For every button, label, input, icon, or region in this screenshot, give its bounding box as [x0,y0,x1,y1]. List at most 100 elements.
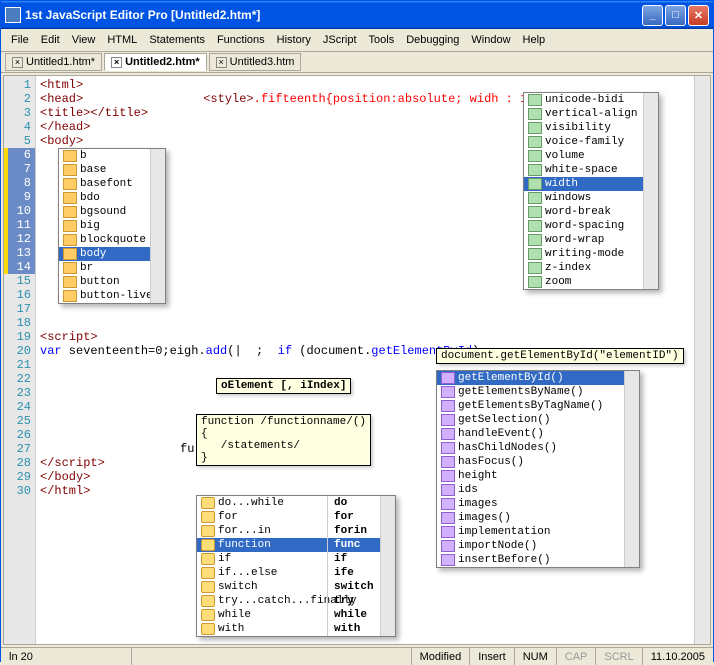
menu-window[interactable]: Window [465,32,516,48]
autocomplete-item[interactable]: getElementsByTagName() [437,399,624,413]
line-number: 2 [4,92,35,106]
autocomplete-item[interactable]: if [197,552,327,566]
autocomplete-item[interactable]: insertBefore() [437,553,624,567]
menu-help[interactable]: Help [517,32,552,48]
autocomplete-shortcut[interactable]: switch [328,580,380,594]
status-cap: CAP [556,648,596,665]
autocomplete-shortcut[interactable]: for [328,510,380,524]
menu-edit[interactable]: Edit [35,32,66,48]
scrollbar[interactable] [150,149,165,303]
autocomplete-item[interactable]: for [197,510,327,524]
autocomplete-item[interactable]: zoom [524,275,643,289]
method-icon [441,540,455,552]
autocomplete-item[interactable]: vertical-align [524,107,643,121]
autocomplete-item[interactable]: do...while [197,496,327,510]
scrollbar[interactable] [624,371,639,567]
autocomplete-item[interactable]: try...catch...finally [197,594,327,608]
tab[interactable]: ×Untitled2.htm* [104,53,207,71]
autocomplete-item[interactable]: body [59,247,150,261]
autocomplete-item[interactable]: getElementsByName() [437,385,624,399]
autocomplete-item[interactable]: implementation [437,525,624,539]
autocomplete-item[interactable]: getElementById() [437,371,624,385]
menu-html[interactable]: HTML [101,32,143,48]
menu-functions[interactable]: Functions [211,32,271,48]
autocomplete-item[interactable]: volume [524,149,643,163]
autocomplete-item[interactable]: switch [197,580,327,594]
tab[interactable]: ×Untitled3.htm [209,53,302,71]
autocomplete-shortcut[interactable]: func [328,538,380,552]
autocomplete-methods-popup[interactable]: getElementById()getElementsByName()getEl… [436,370,640,568]
autocomplete-item[interactable]: basefont [59,177,150,191]
keyword-icon [201,525,215,537]
autocomplete-item[interactable]: base [59,163,150,177]
autocomplete-item[interactable]: bgsound [59,205,150,219]
menu-tools[interactable]: Tools [363,32,401,48]
autocomplete-item[interactable]: word-wrap [524,233,643,247]
autocomplete-item[interactable]: big [59,219,150,233]
autocomplete-item[interactable]: with [197,622,327,636]
autocomplete-shortcut[interactable]: forin [328,524,380,538]
tab-close-icon[interactable]: × [111,57,122,68]
autocomplete-item[interactable]: importNode() [437,539,624,553]
scrollbar[interactable] [380,496,395,636]
menu-view[interactable]: View [66,32,102,48]
autocomplete-shortcut[interactable]: do [328,496,380,510]
autocomplete-item[interactable]: voice-family [524,135,643,149]
autocomplete-item[interactable]: white-space [524,163,643,177]
autocomplete-item[interactable]: word-spacing [524,219,643,233]
autocomplete-shortcut[interactable]: with [328,622,380,636]
code-area[interactable]: <html> <head><style>.fifteenth{position:… [36,76,694,644]
autocomplete-item[interactable]: while [197,608,327,622]
autocomplete-item[interactable]: word-break [524,205,643,219]
tag-icon [63,164,77,176]
line-number: 25 [4,414,35,428]
autocomplete-item[interactable]: getSelection() [437,413,624,427]
autocomplete-item[interactable]: br [59,261,150,275]
autocomplete-item[interactable]: ids [437,483,624,497]
menu-debugging[interactable]: Debugging [400,32,465,48]
autocomplete-item[interactable]: bdo [59,191,150,205]
autocomplete-shortcut[interactable]: while [328,608,380,622]
autocomplete-item[interactable]: function [197,538,327,552]
menu-history[interactable]: History [271,32,317,48]
menu-statements[interactable]: Statements [143,32,211,48]
menu-file[interactable]: File [5,32,35,48]
tab-close-icon[interactable]: × [12,57,23,68]
autocomplete-item[interactable]: windows [524,191,643,205]
autocomplete-item[interactable]: images [437,497,624,511]
autocomplete-item[interactable]: writing-mode [524,247,643,261]
close-button[interactable]: ✕ [688,5,709,26]
autocomplete-shortcut[interactable]: ife [328,566,380,580]
autocomplete-item[interactable]: blockquote [59,233,150,247]
autocomplete-item[interactable]: images() [437,511,624,525]
maximize-button[interactable]: □ [665,5,686,26]
autocomplete-shortcut[interactable]: try [328,594,380,608]
tab-close-icon[interactable]: × [216,57,227,68]
autocomplete-shortcut[interactable]: if [328,552,380,566]
autocomplete-tags-popup[interactable]: bbasebasefontbdobgsoundbigblockquotebody… [58,148,166,304]
menu-jscript[interactable]: JScript [317,32,363,48]
autocomplete-keywords-popup[interactable]: do...whileforfor...infunctionifif...else… [196,495,396,637]
autocomplete-item[interactable]: z-index [524,261,643,275]
scrollbar[interactable] [643,93,658,289]
tab[interactable]: ×Untitled1.htm* [5,53,102,71]
autocomplete-item[interactable]: hasChildNodes() [437,441,624,455]
autocomplete-css-popup[interactable]: unicode-bidivertical-alignvisibilityvoic… [523,92,659,290]
autocomplete-item[interactable]: hasFocus() [437,455,624,469]
autocomplete-item[interactable]: unicode-bidi [524,93,643,107]
minimize-button[interactable]: _ [642,5,663,26]
autocomplete-item[interactable]: visibility [524,121,643,135]
editor-vscrollbar[interactable] [694,76,710,644]
editor[interactable]: 1234567891011121314151617181920212223242… [3,75,711,645]
autocomplete-item[interactable]: button-live [59,289,150,303]
autocomplete-item[interactable]: height [437,469,624,483]
autocomplete-item[interactable]: b [59,149,150,163]
gutter: 1234567891011121314151617181920212223242… [4,76,36,644]
statusbar: ln 20 Modified Insert NUM CAP SCRL 11.10… [1,647,713,665]
autocomplete-item[interactable]: if...else [197,566,327,580]
autocomplete-item[interactable]: button [59,275,150,289]
prop-icon [528,248,542,260]
autocomplete-item[interactable]: for...in [197,524,327,538]
autocomplete-item[interactable]: handleEvent() [437,427,624,441]
autocomplete-item[interactable]: width [524,177,643,191]
